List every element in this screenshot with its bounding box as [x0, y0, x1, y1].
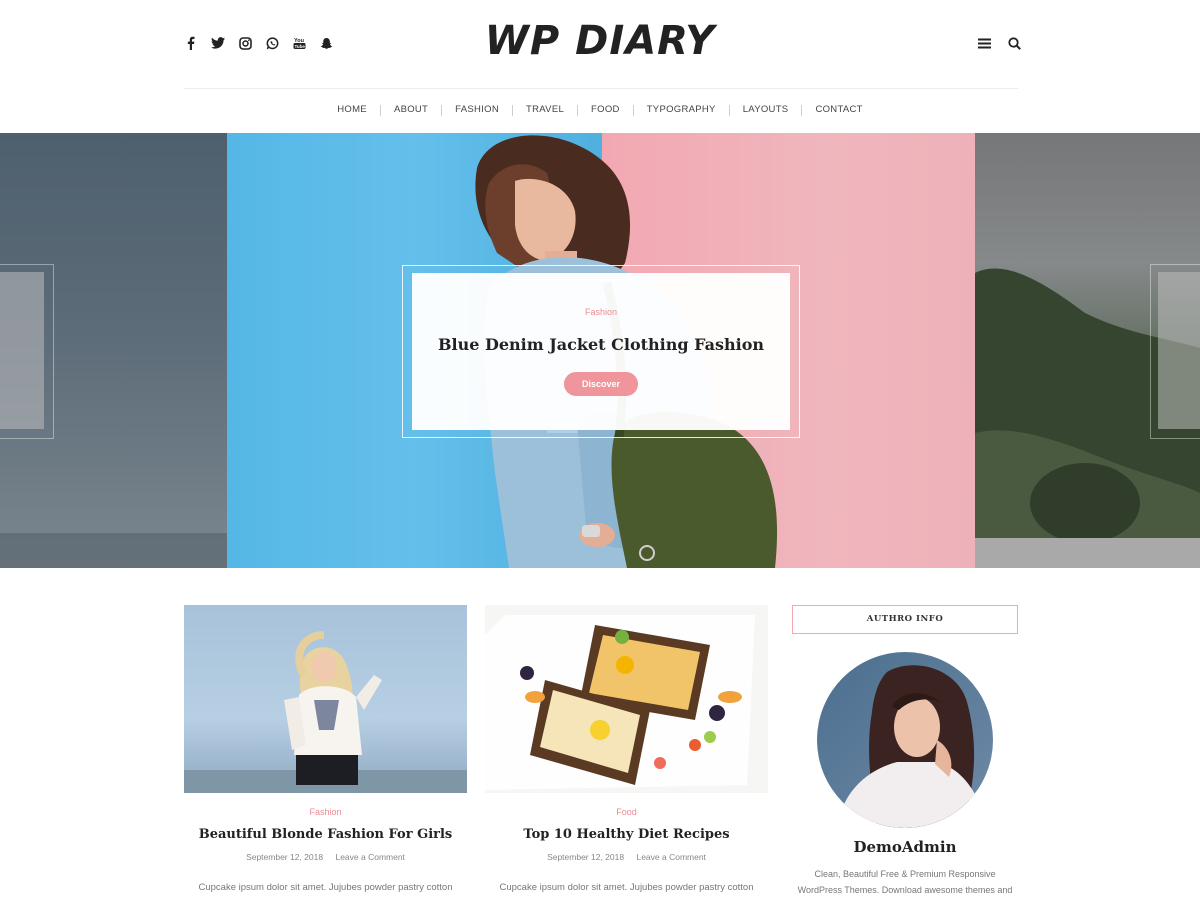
slide-caption: Fashion Blue Denim Jacket Clothing Fashi…: [412, 273, 790, 430]
nav-item-layouts[interactable]: LAYOUTS: [730, 100, 802, 120]
post-meta: September 12, 2018 Leave a Comment: [485, 852, 768, 862]
widget-title: AUTHRO INFO: [792, 605, 1018, 634]
post-card: Food Top 10 Healthy Diet Recipes Septemb…: [485, 605, 768, 893]
post-thumbnail-image: [184, 631, 467, 793]
nav-item-travel[interactable]: TRAVEL: [513, 100, 577, 120]
nav-item-contact[interactable]: CONTACT: [802, 100, 875, 120]
nav-item-about[interactable]: ABOUT: [381, 100, 441, 120]
menu-icon[interactable]: [976, 34, 992, 52]
slide-previous[interactable]: [0, 133, 227, 568]
post-card: Fashion Beautiful Blonde Fashion For Gir…: [184, 605, 467, 893]
post-thumbnail[interactable]: [485, 605, 768, 793]
slide-title[interactable]: Blue Denim Jacket Clothing Fashion: [412, 335, 790, 354]
author-avatar-image: [837, 665, 987, 828]
post-date[interactable]: September 12, 2018: [246, 852, 323, 862]
slide-next[interactable]: [975, 133, 1200, 568]
slide-next-caption: [1158, 272, 1200, 429]
featured-slider[interactable]: Fashion Blue Denim Jacket Clothing Fashi…: [0, 133, 1200, 568]
slide-category[interactable]: Fashion: [412, 307, 790, 317]
post-thumbnail[interactable]: [184, 605, 467, 793]
avatar[interactable]: [817, 652, 993, 828]
slide-previous-caption: [0, 272, 44, 429]
nav-item-food[interactable]: FOOD: [578, 100, 633, 120]
post-title[interactable]: Top 10 Healthy Diet Recipes: [485, 827, 768, 842]
post-date[interactable]: September 12, 2018: [547, 852, 624, 862]
post-meta: September 12, 2018 Leave a Comment: [184, 852, 467, 862]
author-description: Clean, Beautiful Free & Premium Responsi…: [797, 869, 1013, 895]
post-category[interactable]: Fashion: [184, 807, 467, 817]
nav-item-fashion[interactable]: FASHION: [442, 100, 512, 120]
nav-item-typography[interactable]: TYPOGRAPHY: [634, 100, 729, 120]
post-excerpt: Cupcake ipsum dolor sit amet. Jujubes po…: [198, 882, 453, 893]
post-thumbnail-image: [485, 615, 755, 790]
post-comments-link[interactable]: Leave a Comment: [636, 852, 705, 862]
nav-item-home[interactable]: HOME: [324, 100, 380, 120]
post-comments-link[interactable]: Leave a Comment: [335, 852, 404, 862]
header-divider: [184, 88, 1018, 89]
main-nav: HOME ABOUT FASHION TRAVEL FOOD TYPOGRAPH…: [0, 100, 1200, 120]
post-excerpt: Cupcake ipsum dolor sit amet. Jujubes po…: [499, 882, 754, 893]
discover-button[interactable]: Discover: [564, 372, 638, 396]
post-title[interactable]: Beautiful Blonde Fashion For Girls: [184, 827, 467, 842]
search-icon[interactable]: [1006, 34, 1022, 52]
author-name[interactable]: DemoAdmin: [792, 838, 1018, 856]
header-tools: [976, 34, 1022, 52]
post-category[interactable]: Food: [485, 807, 768, 817]
